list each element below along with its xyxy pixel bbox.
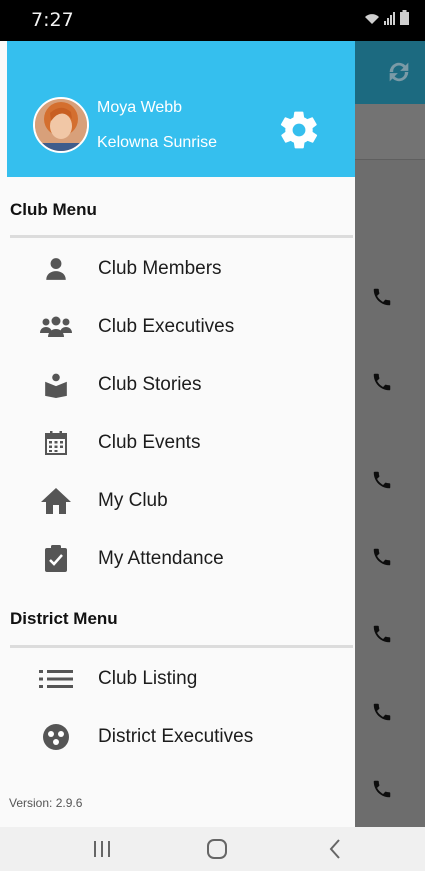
- person-icon: [38, 241, 74, 297]
- settings-gear-icon[interactable]: [277, 108, 321, 152]
- list-icon: [38, 651, 74, 707]
- app-version: Version: 2.9.6: [9, 796, 83, 810]
- reading-icon: [38, 357, 74, 413]
- menu-item-district-executives[interactable]: District Executives: [0, 709, 355, 765]
- club-menu-title: Club Menu: [10, 200, 97, 219]
- avatar-image: [35, 99, 87, 151]
- menu-item-label: Club Executives: [98, 316, 235, 337]
- clipboard-check-icon: [38, 531, 74, 587]
- menu-item-my-club[interactable]: My Club: [0, 473, 355, 529]
- drawer-header: Moya Webb Kelowna Sunrise: [7, 41, 355, 177]
- phone-icon[interactable]: [371, 469, 393, 491]
- menu-item-club-events[interactable]: Club Events: [0, 415, 355, 471]
- group-icon: [38, 299, 74, 355]
- menu-item-label: My Attendance: [98, 548, 224, 569]
- menu-item-club-stories[interactable]: Club Stories: [0, 357, 355, 413]
- back-icon[interactable]: [323, 837, 347, 861]
- phone-icon[interactable]: [371, 286, 393, 308]
- menu-item-label: My Club: [98, 490, 168, 511]
- user-name: Moya Webb: [97, 99, 183, 116]
- district-menu-title: District Menu: [10, 609, 118, 628]
- recent-apps-icon[interactable]: [90, 837, 114, 861]
- phone-icon[interactable]: [371, 623, 393, 645]
- menu-item-label: Club Listing: [98, 668, 198, 689]
- system-nav-bar: [0, 827, 425, 871]
- menu-item-club-executives[interactable]: Club Executives: [0, 299, 355, 355]
- status-icons: [364, 10, 409, 25]
- phone-icon[interactable]: [371, 701, 393, 723]
- menu-item-label: District Executives: [98, 726, 254, 747]
- calendar-icon: [38, 415, 74, 471]
- background-header: [355, 41, 425, 104]
- signal-icon: [384, 12, 395, 25]
- avatar[interactable]: [33, 97, 89, 153]
- menu-item-label: Club Events: [98, 432, 201, 453]
- battery-icon: [400, 10, 409, 25]
- sync-icon[interactable]: [385, 58, 413, 86]
- phone-icon[interactable]: [371, 546, 393, 568]
- menu-item-my-attendance[interactable]: My Attendance: [0, 531, 355, 587]
- status-bar: 7:27: [0, 0, 425, 41]
- menu-item-label: Club Members: [98, 258, 222, 279]
- wifi-icon: [365, 14, 379, 24]
- divider: [10, 645, 353, 648]
- menu-item-label: Club Stories: [98, 374, 202, 395]
- background-subheader: [355, 104, 425, 160]
- phone-icon[interactable]: [371, 778, 393, 800]
- status-time: 7:27: [31, 9, 74, 31]
- home-button-icon[interactable]: [205, 837, 229, 861]
- user-club: Kelowna Sunrise: [97, 134, 218, 151]
- background-app: [355, 41, 425, 827]
- home-icon: [38, 473, 74, 529]
- divider: [10, 235, 353, 238]
- menu-item-club-listing[interactable]: Club Listing: [0, 651, 355, 707]
- navigation-drawer: Moya Webb Kelowna Sunrise Club Menu Club…: [0, 41, 355, 827]
- menu-item-club-members[interactable]: Club Members: [0, 241, 355, 297]
- district-icon: [38, 709, 74, 765]
- phone-icon[interactable]: [371, 371, 393, 393]
